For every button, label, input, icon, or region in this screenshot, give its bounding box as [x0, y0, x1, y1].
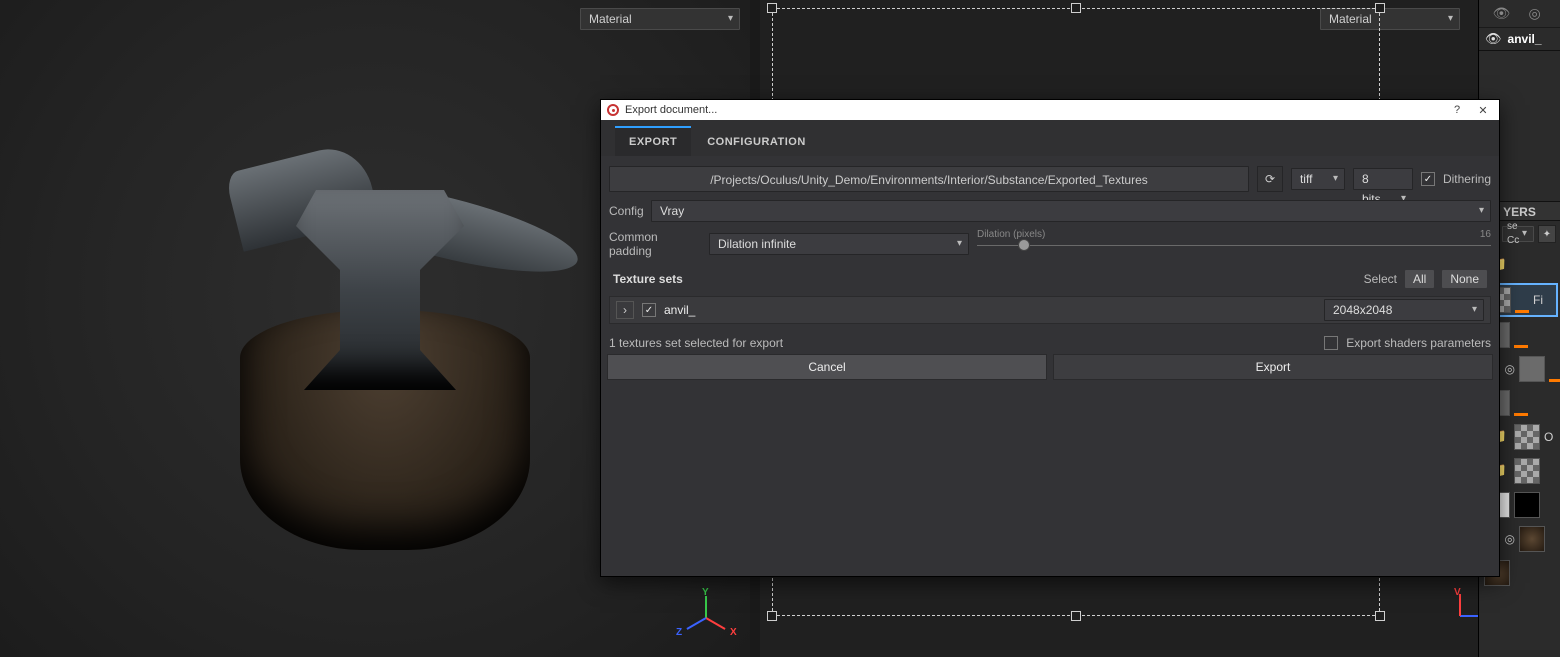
- select-all-button[interactable]: All: [1405, 270, 1434, 288]
- uv-handle-bm[interactable]: [1071, 611, 1081, 621]
- export-shaders-label: Export shaders parameters: [1346, 336, 1491, 350]
- layer-channel-indicator: [1515, 287, 1529, 313]
- uv-handle-br[interactable]: [1375, 611, 1385, 621]
- export-path-field[interactable]: /Projects/Oculus/Unity_Demo/Environments…: [609, 166, 1249, 192]
- expand-row-button[interactable]: ›: [616, 301, 634, 319]
- texture-set-list: › anvil_ 2048x2048: [609, 296, 1491, 324]
- axis-z-label: Z: [676, 627, 682, 638]
- dithering-label: Dithering: [1443, 172, 1491, 186]
- dilation-slider[interactable]: Dilation (pixels) 16: [977, 233, 1491, 255]
- texture-sets-title: Texture sets: [613, 272, 1356, 286]
- dilation-slider-value: 16: [1480, 229, 1491, 240]
- layer-label: O: [1544, 430, 1553, 444]
- viewport-3d-mode-select[interactable]: Material: [580, 8, 740, 30]
- texture-set-row[interactable]: › anvil_ 2048x2048: [609, 296, 1491, 324]
- dialog-statusbar: 1 textures set selected for export Expor…: [601, 332, 1499, 354]
- axis-x-label: X: [730, 627, 737, 638]
- texture-set-visibility-icon[interactable]: 👁: [1485, 31, 1502, 47]
- layer-thumbnail: [1519, 526, 1545, 552]
- export-shaders-checkbox[interactable]: [1324, 336, 1338, 350]
- select-none-button[interactable]: None: [1442, 270, 1487, 288]
- dilation-slider-label: Dilation (pixels): [977, 229, 1045, 240]
- blend-mode-label: se Cc: [1507, 220, 1519, 248]
- refresh-path-button[interactable]: ⟳: [1257, 166, 1283, 192]
- uv-handle-tm[interactable]: [1071, 3, 1081, 13]
- add-effect-icon[interactable]: ✦: [1538, 225, 1556, 243]
- export-dialog: Export document... ? ✕ EXPORT CONFIGURAT…: [600, 99, 1500, 577]
- dialog-tabs: EXPORT CONFIGURATION: [601, 120, 1499, 156]
- layer-channel-indicator: [1514, 322, 1528, 348]
- cancel-button[interactable]: Cancel: [607, 354, 1047, 380]
- layer-mask-thumbnail: [1514, 492, 1540, 518]
- texture-set-checkbox[interactable]: [642, 303, 656, 317]
- padding-mode-select[interactable]: Dilation infinite: [709, 233, 969, 255]
- tab-export[interactable]: EXPORT: [615, 126, 691, 156]
- padding-mode-value: Dilation infinite: [718, 237, 796, 251]
- close-button[interactable]: ✕: [1473, 104, 1493, 117]
- file-format-value: tiff: [1300, 172, 1312, 186]
- help-button[interactable]: ?: [1447, 104, 1467, 116]
- layer-label: Fi: [1533, 293, 1543, 307]
- layer-target-icon[interactable]: ◎: [1505, 532, 1515, 546]
- bit-depth-select[interactable]: 8 bits: [1353, 168, 1413, 190]
- texture-set-size-value: 2048x2048: [1333, 303, 1392, 317]
- dilation-slider-thumb[interactable]: [1018, 239, 1030, 251]
- select-label: Select: [1364, 272, 1397, 286]
- texture-set-name: anvil_: [1508, 32, 1542, 46]
- viewport-3d-mode-label: Material: [589, 9, 632, 29]
- texture-set-row[interactable]: 👁 anvil_: [1479, 28, 1560, 51]
- app-icon: [607, 104, 619, 116]
- uv-handle-tl[interactable]: [767, 3, 777, 13]
- common-padding-label: Common padding: [609, 230, 701, 258]
- texture-set-size-select[interactable]: 2048x2048: [1324, 299, 1484, 321]
- layer-mask-thumbnail: [1514, 424, 1540, 450]
- model-preview-anvil: [220, 100, 560, 560]
- info-column-icon: ◎: [1529, 5, 1547, 23]
- axis-gizmo-3d: Y X Z: [676, 589, 736, 649]
- texture-set-name: anvil_: [664, 303, 1316, 317]
- blend-mode-select[interactable]: se Cc: [1502, 226, 1534, 242]
- layer-channel-indicator: [1514, 390, 1528, 416]
- axis-v-label: V: [1454, 587, 1461, 598]
- dialog-titlebar[interactable]: Export document... ? ✕: [601, 100, 1499, 120]
- layer-target-icon[interactable]: ◎: [1505, 362, 1515, 376]
- tab-configuration[interactable]: CONFIGURATION: [693, 128, 820, 156]
- refresh-icon: ⟳: [1265, 172, 1275, 186]
- config-label: Config: [609, 204, 643, 218]
- layer-mask-thumbnail: [1514, 458, 1540, 484]
- config-value: Vray: [660, 204, 684, 218]
- uv-handle-bl[interactable]: [767, 611, 777, 621]
- config-select[interactable]: Vray: [651, 200, 1491, 222]
- layer-thumbnail: [1519, 356, 1545, 382]
- selection-status-text: 1 textures set selected for export: [609, 336, 783, 350]
- dialog-title: Export document...: [625, 104, 717, 116]
- visibility-column-icon: 👁: [1493, 5, 1511, 23]
- uv-handle-tr[interactable]: [1375, 3, 1385, 13]
- layer-channel-indicator: [1549, 356, 1560, 382]
- axis-y-label: Y: [702, 587, 709, 598]
- dithering-checkbox[interactable]: [1421, 172, 1435, 186]
- export-button[interactable]: Export: [1053, 354, 1493, 380]
- file-format-select[interactable]: tiff: [1291, 168, 1345, 190]
